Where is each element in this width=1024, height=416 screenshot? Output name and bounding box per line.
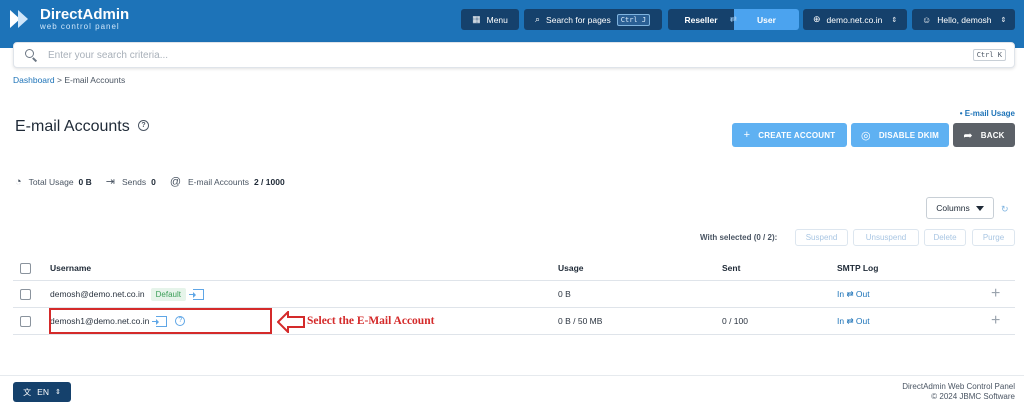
globe-icon: ⊕	[813, 14, 821, 24]
send-icon: ⇥	[105, 176, 115, 188]
footer-product: DirectAdmin Web Control Panel	[902, 382, 1015, 391]
purge-button[interactable]: Purge	[972, 229, 1015, 246]
unsuspend-button[interactable]: Unsuspend	[853, 229, 919, 246]
refresh-icon[interactable]: ↻	[1001, 204, 1009, 215]
role-user[interactable]: User	[734, 9, 799, 30]
swap-icon: ⇄	[729, 14, 737, 24]
plus-icon: +	[743, 129, 751, 141]
page-title: E-mail Accounts	[15, 118, 130, 135]
search-box[interactable]: Ctrl K	[13, 42, 1015, 68]
logo-title: DirectAdmin	[40, 5, 130, 23]
domain-selector[interactable]: ⊕ demo.net.co.in ⇕	[803, 9, 907, 30]
logo-subtitle: web control panel	[40, 21, 120, 31]
search-area: Ctrl K	[0, 40, 1024, 70]
select-arrows-icon: ⇕	[891, 16, 898, 24]
annotation-arrow-icon	[277, 311, 305, 333]
accounts-label: E-mail Accounts	[188, 176, 249, 187]
help-icon[interactable]: ?	[138, 120, 149, 131]
header-sent[interactable]: Sent	[722, 263, 740, 273]
row-checkbox[interactable]	[20, 315, 31, 327]
annotation-highlight-box	[49, 308, 272, 334]
delete-button[interactable]: Delete	[924, 229, 966, 246]
dkim-icon: ◎	[861, 129, 871, 142]
user-greeting: Hello, demosh	[937, 14, 992, 25]
grid-icon: ▦	[472, 14, 481, 24]
back-button[interactable]: ➦ BACK	[953, 123, 1015, 147]
disable-dkim-button[interactable]: ◎ DISABLE DKIM	[851, 123, 949, 147]
footer-copyright: © 2024 JBMC Software	[931, 392, 1015, 401]
header-usage[interactable]: Usage	[558, 263, 584, 273]
accounts-value: 2 / 1000	[253, 176, 285, 187]
select-arrows-icon: ⇕	[54, 389, 61, 396]
email-usage-link[interactable]: • E-mail Usage	[960, 109, 1015, 118]
logo[interactable]: DirectAdmin web control panel	[10, 6, 129, 32]
language-selector[interactable]: 文 EN ⇕	[13, 382, 71, 402]
search-pages-button[interactable]: ⌕ Search for pages Ctrl J	[524, 9, 662, 30]
back-arrow-icon: ➦	[963, 129, 973, 142]
search-input[interactable]	[48, 49, 973, 61]
role-toggle[interactable]: Reseller ⇄ User	[668, 9, 799, 30]
default-badge: Default	[150, 287, 186, 301]
login-icon[interactable]	[188, 288, 204, 300]
table-header: Username Usage Sent SMTP Log	[13, 256, 1015, 281]
account-usage: 0 B	[558, 289, 571, 299]
user-circle-icon: ☺	[922, 14, 932, 25]
search-icon	[24, 48, 38, 62]
sends-value: 0	[151, 176, 156, 187]
breadcrumb-current: E-mail Accounts	[64, 75, 126, 85]
account-username[interactable]: demosh@demo.net.co.in	[50, 289, 145, 299]
menu-button[interactable]: ▦ Menu	[461, 9, 519, 30]
footer-info: DirectAdmin Web Control Panel © 2024 JBM…	[902, 382, 1015, 402]
suspend-button[interactable]: Suspend	[795, 229, 848, 246]
account-sent: 0 / 100	[722, 316, 748, 326]
expand-plus-icon[interactable]: +	[991, 313, 1000, 329]
create-account-button[interactable]: + CREATE ACCOUNT	[732, 123, 847, 147]
header-username[interactable]: Username	[50, 263, 91, 273]
footer-divider	[0, 375, 1024, 376]
role-reseller[interactable]: Reseller ⇄	[668, 9, 737, 30]
select-arrows-icon: ⇕	[1000, 16, 1007, 24]
logo-chevrons-icon	[10, 6, 32, 32]
smtp-log-link[interactable]: In ⇄ Out	[837, 316, 870, 327]
columns-dropdown[interactable]: Columns	[926, 197, 994, 219]
annotation-text: Select the E-Mail Account	[307, 315, 435, 327]
pie-chart-icon: ◔	[15, 175, 22, 188]
language-label: EN	[37, 387, 49, 397]
user-menu[interactable]: ☺ Hello, demosh ⇕	[912, 9, 1015, 30]
breadcrumb-dashboard[interactable]: Dashboard	[13, 75, 55, 85]
top-bar: DirectAdmin web control panel ▦ Menu ⌕ S…	[0, 0, 1024, 40]
search-shortcut: Ctrl K	[972, 49, 1006, 61]
table-row[interactable]: demosh@demo.net.co.in Default 0 B In ⇄ O…	[13, 281, 1015, 308]
account-usage: 0 B / 50 MB	[558, 316, 603, 326]
caret-down-icon	[975, 205, 984, 211]
expand-plus-icon[interactable]: +	[991, 286, 1000, 302]
breadcrumb-separator: >	[56, 75, 62, 85]
header-smtp-log: SMTP Log	[837, 263, 879, 273]
breadcrumb: Dashboard > E-mail Accounts	[13, 75, 125, 85]
smtp-log-link[interactable]: In ⇄ Out	[837, 289, 870, 300]
menu-label: Menu	[486, 14, 508, 25]
search-icon: ⌕	[535, 14, 541, 24]
select-all-checkbox[interactable]	[20, 262, 31, 274]
translate-icon: 文	[23, 387, 32, 397]
total-usage-label: Total Usage	[28, 176, 74, 187]
search-pages-shortcut: Ctrl J	[616, 13, 651, 26]
stats-bar: ◔ Total Usage 0 B ⇥ Sends 0 @ E-mail Acc…	[15, 175, 299, 189]
at-sign-icon: @	[169, 175, 182, 188]
sends-label: Sends	[122, 176, 147, 187]
with-selected-label: With selected (0 / 2):	[700, 233, 778, 242]
total-usage-value: 0 B	[78, 176, 92, 187]
search-pages-label: Search for pages	[546, 14, 611, 25]
row-checkbox[interactable]	[20, 288, 31, 300]
domain-label: demo.net.co.in	[826, 14, 883, 25]
